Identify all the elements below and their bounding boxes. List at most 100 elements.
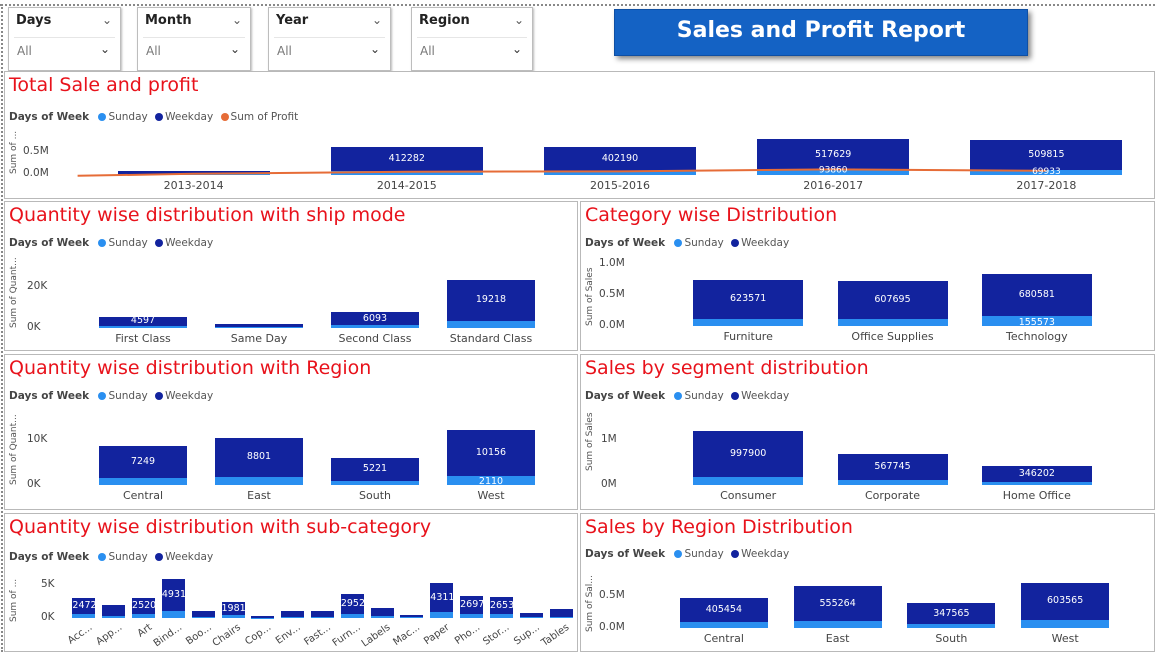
panel-ship-mode[interactable]: Quantity wise distribution with ship mod… bbox=[4, 201, 578, 351]
panel-region-quantity[interactable]: Quantity wise distribution with Region D… bbox=[4, 354, 578, 510]
slicer-year-value[interactable]: All bbox=[277, 44, 292, 58]
bar-segment-sunday[interactable] bbox=[161, 611, 185, 618]
slicer-days[interactable]: Days ⌄ All ⌄ bbox=[8, 7, 121, 71]
bar-segment-sunday[interactable] bbox=[331, 325, 419, 328]
legend-weekday[interactable]: Weekday bbox=[165, 390, 213, 402]
bar-segment-sunday[interactable] bbox=[430, 611, 454, 618]
bar-segment-sunday[interactable] bbox=[221, 615, 245, 618]
legend-sunday[interactable]: Sunday bbox=[684, 237, 723, 249]
slicer-month-value[interactable]: All bbox=[146, 44, 161, 58]
bar[interactable] bbox=[191, 610, 215, 618]
bar-segment-sunday[interactable] bbox=[72, 614, 96, 618]
bar-segment-sunday[interactable] bbox=[215, 476, 303, 485]
bar[interactable] bbox=[519, 613, 543, 618]
bar-segment-sunday[interactable] bbox=[281, 617, 305, 618]
bar[interactable]: 2697 bbox=[460, 596, 484, 618]
bar-segment-sunday[interactable] bbox=[693, 477, 804, 485]
panel-sales-region[interactable]: Sales by Region Distribution Days of Wee… bbox=[580, 513, 1155, 652]
chevron-down-icon[interactable]: ⌄ bbox=[100, 42, 110, 56]
bar[interactable]: 8801 bbox=[215, 437, 303, 485]
legend-sunday[interactable]: Sunday bbox=[684, 548, 723, 560]
bar-segment-sunday[interactable] bbox=[132, 614, 156, 618]
chevron-down-icon[interactable]: ⌄ bbox=[232, 13, 242, 27]
bar-segment-sunday[interactable] bbox=[793, 620, 882, 628]
legend-weekday[interactable]: Weekday bbox=[741, 548, 789, 560]
panel-total-sale-profit[interactable]: Total Sale and profit Days of Week Sunda… bbox=[4, 71, 1155, 199]
chevron-down-icon[interactable]: ⌄ bbox=[102, 13, 112, 27]
legend-sunday[interactable]: Sunday bbox=[684, 390, 723, 402]
bar-segment-sunday[interactable] bbox=[489, 614, 513, 618]
bar[interactable]: 4311 bbox=[430, 583, 454, 618]
slicer-region[interactable]: Region ⌄ All ⌄ bbox=[411, 7, 533, 71]
bar-segment-sunday[interactable] bbox=[331, 480, 419, 485]
bar[interactable]: 4597 bbox=[99, 315, 187, 328]
bar[interactable] bbox=[549, 609, 573, 618]
chevron-down-icon[interactable]: ⌄ bbox=[372, 13, 382, 27]
bar[interactable]: 603565 bbox=[1021, 582, 1110, 628]
bar[interactable]: 555264 bbox=[793, 586, 882, 628]
chevron-down-icon[interactable]: ⌄ bbox=[230, 42, 240, 56]
bar-segment-sunday[interactable] bbox=[837, 318, 948, 326]
bar-segment-sunday[interactable] bbox=[370, 616, 394, 618]
legend-sunday[interactable]: Sunday bbox=[108, 551, 147, 563]
bar-segment-sunday[interactable] bbox=[549, 616, 573, 618]
bar-segment-sunday[interactable] bbox=[215, 327, 303, 328]
legend-weekday[interactable]: Weekday bbox=[165, 551, 213, 563]
bar[interactable]: 347565 bbox=[907, 602, 996, 628]
bar-segment-sunday[interactable] bbox=[519, 617, 543, 618]
bar[interactable]: 2653 bbox=[489, 596, 514, 618]
bar-segment-sunday[interactable] bbox=[981, 481, 1092, 485]
bar-segment-sunday[interactable] bbox=[340, 613, 364, 618]
bar[interactable]: 405454 bbox=[679, 597, 768, 628]
bar[interactable]: 5221 bbox=[331, 457, 419, 485]
bar[interactable]: 10156 2110 bbox=[447, 430, 535, 487]
bar-segment-sunday[interactable] bbox=[837, 480, 948, 485]
bar[interactable]: 346202 bbox=[981, 465, 1092, 485]
legend-weekday[interactable]: Weekday bbox=[741, 237, 789, 249]
bar[interactable] bbox=[370, 607, 394, 618]
slicer-year[interactable]: Year ⌄ All ⌄ bbox=[268, 7, 391, 71]
bar[interactable] bbox=[281, 611, 305, 618]
bar-segment-sunday[interactable] bbox=[400, 617, 424, 618]
bar-segment-sunday[interactable] bbox=[191, 616, 215, 618]
bar-segment-sunday[interactable] bbox=[447, 320, 535, 328]
slicer-month[interactable]: Month ⌄ All ⌄ bbox=[137, 7, 251, 71]
bar-segment-weekday[interactable] bbox=[549, 609, 573, 617]
slicer-days-value[interactable]: All bbox=[17, 44, 32, 58]
bar-segment-sunday[interactable] bbox=[99, 478, 187, 485]
slicer-region-value[interactable]: All bbox=[420, 44, 435, 58]
bar-segment-weekday[interactable] bbox=[370, 607, 394, 617]
bar-segment-sunday[interactable] bbox=[907, 624, 996, 628]
bar-segment-sunday[interactable] bbox=[99, 326, 187, 328]
bar[interactable]: 1981 bbox=[221, 602, 246, 618]
bar[interactable] bbox=[102, 604, 126, 618]
bar-segment-sunday[interactable] bbox=[1021, 619, 1110, 628]
bar[interactable]: 607695 bbox=[837, 281, 948, 326]
panel-category[interactable]: Category wise Distribution Days of Week … bbox=[580, 201, 1155, 351]
bar[interactable]: 997900 bbox=[693, 430, 804, 485]
chevron-down-icon[interactable]: ⌄ bbox=[514, 13, 524, 27]
bar[interactable]: 19218 bbox=[447, 279, 535, 328]
legend-sunday[interactable]: Sunday bbox=[108, 390, 147, 402]
bar-segment-sunday[interactable] bbox=[102, 615, 126, 618]
bar[interactable] bbox=[400, 614, 424, 618]
profit-line[interactable] bbox=[77, 168, 1047, 177]
chevron-down-icon[interactable]: ⌄ bbox=[512, 42, 522, 56]
bar[interactable]: 2472 bbox=[72, 598, 97, 618]
chevron-down-icon[interactable]: ⌄ bbox=[370, 42, 380, 56]
bar[interactable]: 623571 bbox=[693, 280, 804, 326]
panel-subcategory[interactable]: Quantity wise distribution with sub-cate… bbox=[4, 513, 578, 652]
legend-weekday[interactable]: Weekday bbox=[741, 390, 789, 402]
bar-segment-sunday[interactable] bbox=[693, 318, 804, 326]
bar[interactable] bbox=[251, 616, 275, 618]
bar[interactable]: 2520 bbox=[132, 597, 156, 618]
panel-segment[interactable]: Sales by segment distribution Days of We… bbox=[580, 354, 1155, 510]
bar[interactable]: 680581 155573 bbox=[981, 274, 1092, 328]
bar[interactable]: 2952 bbox=[340, 594, 365, 618]
legend-weekday[interactable]: Weekday bbox=[165, 237, 213, 249]
bar[interactable]: 567745 bbox=[837, 454, 948, 485]
bar[interactable] bbox=[215, 323, 303, 328]
bar-segment-sunday[interactable] bbox=[679, 622, 768, 628]
bar-segment-weekday[interactable] bbox=[102, 604, 126, 616]
bar[interactable] bbox=[311, 611, 334, 618]
